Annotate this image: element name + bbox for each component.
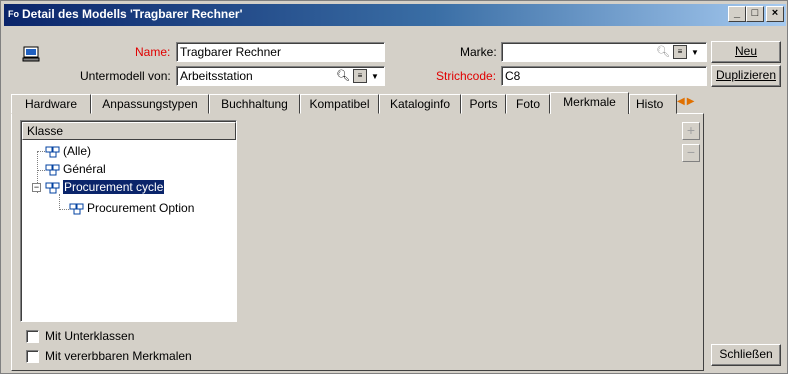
tree-node-label: Général xyxy=(63,162,106,176)
tree-connector xyxy=(37,151,45,152)
search-icon[interactable]: 🔍︎ xyxy=(656,45,670,59)
tree-node[interactable]: Procurement cycle xyxy=(45,179,166,195)
window-title: Detail des Modells 'Tragbarer Rechner' xyxy=(22,7,243,21)
close-button[interactable]: Schließen xyxy=(711,344,781,366)
feature-class-icon xyxy=(45,182,60,194)
new-button-label: Neu xyxy=(734,44,757,58)
add-button[interactable]: + xyxy=(682,122,700,140)
collapse-icon[interactable]: − xyxy=(32,183,41,192)
tree-node[interactable]: Procurement Option xyxy=(69,200,194,216)
tree-node[interactable]: Général xyxy=(45,161,106,177)
feature-class-icon xyxy=(45,146,60,158)
inheritable-label: Mit vererbbaren Merkmalen xyxy=(45,349,192,363)
barcode-label: Strichcode: xyxy=(436,69,497,83)
tab-strip: Hardware Anpassungstypen Buchhaltung Kom… xyxy=(11,92,703,114)
barcode-field[interactable]: C8 xyxy=(501,66,707,86)
subclasses-label: Mit Unterklassen xyxy=(45,329,135,343)
name-label: Name: xyxy=(135,45,171,59)
tree-node-label: Procurement Option xyxy=(87,201,195,215)
brand-label: Marke: xyxy=(460,45,497,59)
feature-class-icon xyxy=(45,164,60,176)
window-app-icon: Fo xyxy=(8,9,19,19)
tree-node[interactable]: (Alle) xyxy=(45,143,91,159)
close-button-label: Schließen xyxy=(719,347,773,361)
window-controls: _ □ × xyxy=(728,6,784,22)
chevron-down-icon[interactable]: ▼ xyxy=(370,72,380,81)
inheritable-checkbox[interactable] xyxy=(26,350,39,363)
tree-connector xyxy=(59,209,69,210)
chevron-down-icon[interactable]: ▼ xyxy=(690,48,700,57)
duplicate-button[interactable]: Duplizieren xyxy=(711,65,781,87)
model-detail-window: Fo Detail des Modells 'Tragbarer Rechner… xyxy=(0,0,788,374)
title-bar[interactable]: Fo Detail des Modells 'Tragbarer Rechner… xyxy=(4,4,786,26)
submodel-field-buttons: 🔍︎ ≡ ▼ xyxy=(336,69,380,83)
submodel-label: Untermodell von: xyxy=(80,69,171,83)
brand-field-buttons: 🔍︎ ≡ ▼ xyxy=(656,45,700,59)
tab-merkmale[interactable]: Merkmale xyxy=(550,92,629,114)
minimize-button[interactable]: _ xyxy=(728,6,746,22)
tree-column-header[interactable]: Klasse xyxy=(22,122,236,140)
tree-node-label: Procurement cycle xyxy=(61,179,166,195)
tab-anpassungstypen[interactable]: Anpassungstypen xyxy=(91,94,209,114)
feature-class-tree[interactable]: Klasse (Alle) Général − Procurement cycl… xyxy=(20,120,237,322)
tree-connector xyxy=(59,194,60,210)
tab-scroll-left-icon[interactable]: ◀ xyxy=(677,96,685,112)
remove-button[interactable]: − xyxy=(682,144,700,162)
laptop-icon xyxy=(22,46,40,62)
tab-histo[interactable]: Histo xyxy=(629,94,677,114)
tab-ports[interactable]: Ports xyxy=(461,94,506,114)
feature-class-icon xyxy=(69,203,84,215)
tab-scroll-arrows: ◀ ▶ xyxy=(677,96,703,112)
close-window-button[interactable]: × xyxy=(766,6,784,22)
tab-kataloginfo[interactable]: Kataloginfo xyxy=(379,94,461,114)
detail-box-icon[interactable]: ≡ xyxy=(353,69,367,83)
tab-hardware[interactable]: Hardware xyxy=(11,94,91,114)
tab-kompatibel[interactable]: Kompatibel xyxy=(300,94,379,114)
duplicate-button-label: Duplizieren xyxy=(715,68,777,82)
detail-box-icon[interactable]: ≡ xyxy=(673,45,687,59)
tab-foto[interactable]: Foto xyxy=(506,94,550,114)
tab-scroll-right-icon[interactable]: ▶ xyxy=(687,96,695,112)
name-field[interactable]: Tragbarer Rechner xyxy=(176,42,385,62)
tab-buchhaltung[interactable]: Buchhaltung xyxy=(209,94,300,114)
tree-node-label: (Alle) xyxy=(63,144,92,158)
maximize-button[interactable]: □ xyxy=(746,6,764,22)
subclasses-checkbox[interactable] xyxy=(26,330,39,343)
tree-connector xyxy=(37,170,45,171)
new-button[interactable]: Neu xyxy=(711,41,781,63)
search-icon[interactable]: 🔍︎ xyxy=(336,69,350,83)
